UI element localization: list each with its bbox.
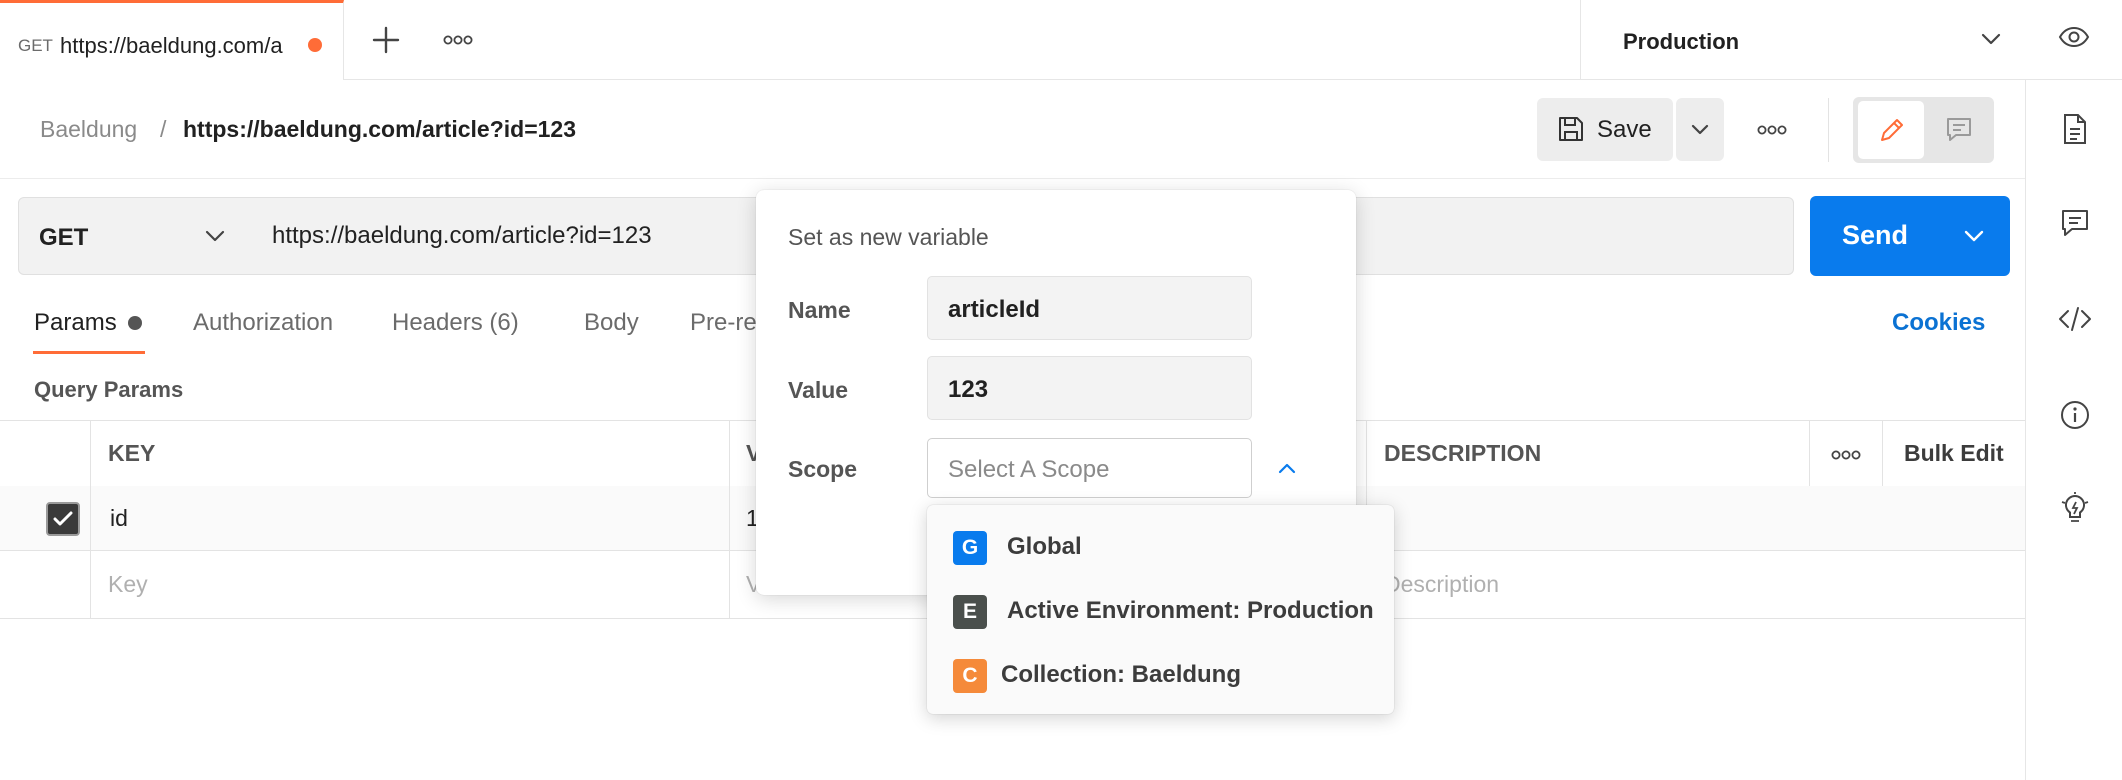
breadcrumb-request[interactable]: https://baeldung.com/article?id=123 <box>183 116 576 143</box>
breadcrumb-separator: / <box>160 116 167 142</box>
tab-pre-request[interactable]: Pre-re <box>690 309 757 337</box>
params-indicator <box>128 316 142 330</box>
variable-value-field[interactable]: 123 <box>927 356 1252 420</box>
lightbulb-icon[interactable] <box>2060 492 2090 526</box>
request-tab[interactable]: GET https://baeldung.com/a <box>0 0 344 80</box>
save-label: Save <box>1597 116 1652 143</box>
param-key[interactable]: id <box>110 505 128 532</box>
more-icon[interactable] <box>1831 449 1861 461</box>
variable-value-value: 123 <box>948 376 989 403</box>
column-divider <box>1809 420 1810 486</box>
scope-placeholder: Select A Scope <box>948 456 1110 483</box>
plus-icon[interactable] <box>370 24 402 56</box>
chevron-down-icon[interactable] <box>1964 230 1984 242</box>
tab-params[interactable]: Params <box>34 309 117 337</box>
url-value: https://baeldung.com/article?id=123 <box>272 222 652 249</box>
column-divider <box>729 420 730 618</box>
scope-badge: E <box>953 595 987 629</box>
send-button[interactable]: Send <box>1810 196 2010 276</box>
bulk-edit-button[interactable]: Bulk Edit <box>1904 440 2004 467</box>
column-header-key: KEY <box>108 440 156 466</box>
scope-option-global[interactable]: G Global <box>927 517 1394 577</box>
comment-icon[interactable] <box>1945 116 1973 144</box>
scope-badge: C <box>953 659 987 693</box>
scope-select[interactable]: Select A Scope <box>927 438 1296 498</box>
variable-name-value: articleId <box>948 296 1041 323</box>
key-input-placeholder[interactable]: Key <box>108 571 148 598</box>
chevron-down-icon <box>205 230 225 242</box>
more-icon[interactable] <box>1757 124 1787 136</box>
right-sidebar <box>2025 80 2122 780</box>
info-icon[interactable] <box>2060 400 2090 430</box>
save-icon <box>1557 115 1585 143</box>
method-select[interactable]: GET <box>18 197 249 275</box>
eye-icon[interactable] <box>2058 26 2090 48</box>
column-header-description: DESCRIPTION <box>1384 440 1542 466</box>
tab-title: https://baeldung.com/a <box>60 33 283 58</box>
scope-option-label: Active Environment: Production <box>1007 597 1374 624</box>
toolbar-divider <box>1828 98 1829 162</box>
scope-option-environment[interactable]: E Active Environment: Production <box>927 581 1394 641</box>
scope-option-label: Global <box>1007 533 1082 560</box>
description-input-placeholder[interactable]: Description <box>1384 571 1499 598</box>
header-divider <box>0 178 2025 179</box>
cookies-link[interactable]: Cookies <box>1892 309 1985 337</box>
chevron-up-icon <box>1278 463 1296 474</box>
save-button[interactable]: Save <box>1537 98 1673 161</box>
view-mode-toggle <box>1853 97 1994 163</box>
document-icon[interactable] <box>2062 113 2088 145</box>
tab-headers[interactable]: Headers (6) <box>392 309 519 337</box>
code-icon[interactable] <box>2058 306 2092 332</box>
send-label: Send <box>1842 220 1909 250</box>
method-label: GET <box>39 224 89 251</box>
active-tab-underline <box>33 351 145 354</box>
tab-bar: GET https://baeldung.com/a Production <box>0 0 2122 80</box>
edit-mode-button[interactable] <box>1858 101 1924 159</box>
tab-body[interactable]: Body <box>584 309 639 337</box>
comment-icon[interactable] <box>2060 208 2090 238</box>
column-divider <box>1882 420 1883 486</box>
unsaved-indicator <box>308 38 322 52</box>
save-options-button[interactable] <box>1676 98 1724 161</box>
environment-selector[interactable]: Production <box>1580 0 2026 80</box>
column-divider <box>90 420 91 618</box>
scope-label: Scope <box>788 456 858 482</box>
environment-name: Production <box>1623 29 1740 54</box>
scope-dropdown-menu: G Global E Active Environment: Productio… <box>927 505 1394 714</box>
query-params-title: Query Params <box>34 377 184 402</box>
tab-method: GET <box>18 36 53 55</box>
chevron-down-icon <box>1691 124 1709 135</box>
value-label: Value <box>788 377 849 403</box>
breadcrumb-collection[interactable]: Baeldung <box>40 116 137 143</box>
popover-title: Set as new variable <box>788 224 989 250</box>
scope-badge: G <box>953 531 987 565</box>
pencil-icon <box>1878 116 1906 144</box>
more-icon[interactable] <box>443 34 473 46</box>
row-checkbox[interactable] <box>46 502 80 536</box>
checkmark-icon <box>53 511 73 527</box>
variable-name-field[interactable]: articleId <box>927 276 1252 340</box>
tab-authorization[interactable]: Authorization <box>193 309 333 337</box>
name-label: Name <box>788 297 851 323</box>
scope-option-collection[interactable]: C Collection: Baeldung <box>927 645 1394 705</box>
chevron-down-icon <box>1981 33 2001 45</box>
scope-option-label: Collection: Baeldung <box>1001 661 1241 688</box>
